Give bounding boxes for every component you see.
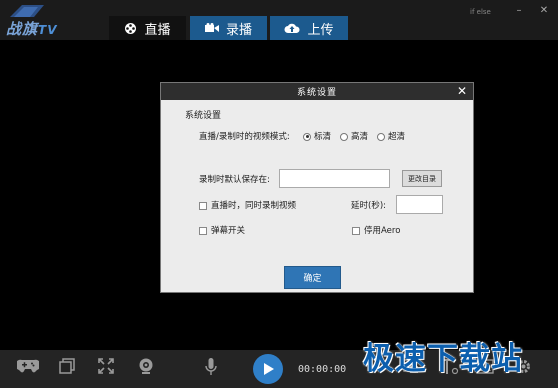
dialog-close-icon[interactable]: ✕ [457,84,468,98]
logo-tv: TV [38,23,58,37]
checkbox-icon [199,201,207,210]
logo-mark-icon [10,5,44,17]
camera-icon [204,23,219,33]
delay-label: 延时(秒): [351,201,386,211]
checkbox-icon [352,226,360,235]
danmaku-toggle[interactable]: 弹幕开关 [199,224,245,236]
settings-dialog: 系统设置 ✕ 系统设置 直播/录制时的视频模式: 标清 高清 超清 录制时默认保… [160,82,474,293]
user-link[interactable]: if else [470,8,491,16]
dialog-body: 系统设置 直播/录制时的视频模式: 标清 高清 超清 录制时默认保存在: 更改目… [161,100,473,292]
radio-icon [303,132,311,141]
radio-icon [340,132,348,141]
tab-record-label: 录播 [225,22,252,38]
film-reel-icon [124,22,137,35]
webcam-icon[interactable] [138,358,154,375]
checkbox-icon [199,226,207,235]
watermark-text: 极速下载站 [363,341,523,377]
minimize-icon[interactable]: – [513,6,525,16]
window-capture-icon[interactable] [59,358,75,374]
close-icon[interactable]: ✕ [538,6,550,16]
tab-live-label: 直播 [144,22,171,38]
logo-text: 战旗 [6,20,39,38]
live-timer: 00:00:00 [298,364,347,375]
record-while-live-option[interactable]: 直播时，同时录制视频 [199,199,296,211]
tab-upload[interactable]: 上传 [270,16,348,40]
video-mode-label: 直播/录制时的视频模式: [199,132,290,142]
dialog-title-bar: 系统设置 ✕ [161,83,473,100]
radio-icon [377,132,385,141]
cloud-upload-icon [284,23,300,34]
app-window: 战旗TV 直播 录播 上传 if else – ✕ 系统设置 ✕ 系统设置 直播… [0,0,558,388]
ok-button[interactable]: 确定 [284,266,341,289]
section-title: 系统设置 [185,111,222,121]
app-logo: 战旗TV [6,18,58,38]
change-directory-button[interactable]: 更改目录 [402,170,442,187]
mode-option-sd[interactable]: 标清 [303,130,331,142]
fullscreen-icon[interactable] [98,358,114,374]
microphone-icon[interactable] [205,358,217,376]
play-icon [264,363,274,375]
play-button[interactable] [253,354,283,384]
dialog-title: 系统设置 [296,88,337,98]
save-path-label: 录制时默认保存在: [199,175,270,185]
tab-record[interactable]: 录播 [190,16,267,40]
save-path-input[interactable] [279,169,390,188]
tab-live[interactable]: 直播 [109,16,186,40]
mode-option-hd[interactable]: 高清 [340,130,368,142]
gamepad-icon[interactable] [17,358,39,374]
mode-option-uhd[interactable]: 超清 [377,130,405,142]
top-bar: 战旗TV 直播 录播 上传 if else – ✕ [0,0,558,40]
disable-aero-toggle[interactable]: 停用Aero [352,224,400,236]
delay-input[interactable] [396,195,443,214]
tab-upload-label: 上传 [307,22,334,38]
